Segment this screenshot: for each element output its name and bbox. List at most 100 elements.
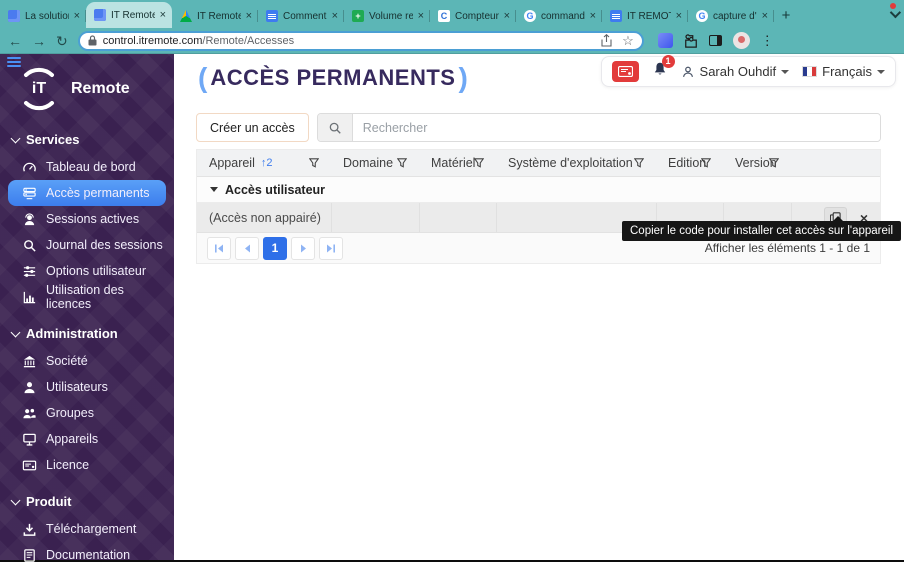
tab-label: Volume recherc: [369, 10, 413, 22]
tab-it-remote-te[interactable]: IT REMOTE TE ×: [602, 4, 688, 28]
chevron-down-icon: [877, 69, 885, 74]
create-access-button[interactable]: Créer un accès: [196, 113, 309, 142]
section-administration[interactable]: Administration: [0, 310, 174, 348]
filter-icon[interactable]: [769, 158, 779, 168]
sidebar-item-appareils[interactable]: Appareils: [8, 426, 166, 452]
google-favicon-icon: [524, 10, 536, 22]
group-row-acces-utilisateur[interactable]: Accès utilisateur: [197, 177, 880, 203]
tab-close-icon[interactable]: ×: [74, 10, 80, 22]
search-box: [316, 113, 881, 142]
sort-indicator: ↑2: [260, 157, 273, 169]
section-services[interactable]: Services: [0, 116, 174, 154]
section-produit[interactable]: Produit: [0, 478, 174, 516]
tab-comment[interactable]: Comment accé ×: [258, 4, 344, 28]
license-alert-button[interactable]: [611, 61, 639, 82]
user-menu[interactable]: Sarah Ouhdif: [681, 64, 790, 79]
filter-icon[interactable]: [701, 158, 711, 168]
tab-label: IT Remote x Yo: [197, 10, 241, 22]
side-panel-icon[interactable]: [708, 35, 722, 46]
notifications-button[interactable]: 1: [652, 55, 675, 82]
reload-button[interactable]: ↻: [56, 34, 68, 48]
access-grid: Appareil ↑2 Domaine Matériel Système d'e…: [196, 149, 881, 264]
sidebar-item-societe[interactable]: Société: [8, 348, 166, 374]
lock-icon: [88, 35, 97, 46]
column-systeme[interactable]: Système d'exploitation: [496, 150, 656, 176]
sidebar-item-tableau-de-bord[interactable]: Tableau de bord: [8, 154, 166, 180]
sidebar-item-licence[interactable]: Licence: [8, 452, 166, 478]
sidebar-item-options-utilisateur[interactable]: Options utilisateur: [8, 258, 166, 284]
sidebar-item-groupes[interactable]: Groupes: [8, 400, 166, 426]
drive-favicon-icon: [180, 10, 192, 22]
user-icon: [24, 381, 35, 393]
last-page-button[interactable]: [319, 236, 343, 260]
column-materiel[interactable]: Matériel: [419, 150, 496, 176]
certificate-icon: [617, 66, 633, 77]
tab-compteur[interactable]: Compteur de s ×: [430, 4, 516, 28]
tab-volume[interactable]: Volume recherc ×: [344, 4, 430, 28]
column-appareil[interactable]: Appareil ↑2: [197, 150, 331, 176]
tab-it-remote-drive[interactable]: IT Remote x Yo ×: [172, 4, 258, 28]
license-card-icon: [22, 460, 37, 470]
tab-la-solution[interactable]: La solution - IT ×: [0, 4, 86, 28]
tab-close-icon[interactable]: ×: [246, 10, 252, 22]
profile-avatar[interactable]: [732, 32, 750, 49]
sidebar-item-utilisation-des-licences[interactable]: Utilisation des licences: [8, 283, 166, 311]
new-tab-button[interactable]: +: [774, 4, 798, 28]
collapse-icon[interactable]: [210, 187, 218, 192]
tab-close-icon[interactable]: ×: [160, 9, 166, 21]
forward-button[interactable]: →: [32, 34, 46, 48]
tab-close-icon[interactable]: ×: [504, 10, 510, 22]
filter-icon[interactable]: [309, 158, 319, 168]
sidebar-item-telechargement[interactable]: Téléchargement: [8, 516, 166, 542]
bookmark-star-icon[interactable]: ☆: [622, 34, 634, 47]
compteur-favicon-icon: [438, 10, 450, 22]
column-domaine[interactable]: Domaine: [331, 150, 419, 176]
filter-icon[interactable]: [474, 158, 484, 168]
tab-close-icon[interactable]: ×: [418, 10, 424, 22]
chevron-down-icon: [10, 327, 21, 337]
tab-label: IT Remote: [111, 9, 155, 21]
extensions-puzzle-icon[interactable]: [684, 33, 698, 48]
sidebar-item-documentation[interactable]: Documentation: [8, 542, 166, 562]
filter-icon[interactable]: [397, 158, 407, 168]
browser-window: La solution - IT × IT Remote × IT Remote…: [0, 0, 904, 562]
logo-mark: iT: [16, 66, 62, 112]
sidebar-item-sessions-actives[interactable]: Sessions actives: [8, 206, 166, 232]
search-log-icon: [24, 239, 36, 252]
page-1-button[interactable]: 1: [263, 236, 287, 260]
itremote-favicon-icon: [8, 10, 20, 22]
app-logo: iT Remote: [0, 54, 174, 116]
tab-it-remote-active[interactable]: IT Remote ×: [86, 2, 172, 28]
search-input[interactable]: [352, 114, 880, 141]
browser-menu-icon[interactable]: ⋮: [761, 33, 774, 49]
language-menu[interactable]: Français: [802, 64, 885, 79]
tab-label: Comment accé: [283, 10, 327, 22]
sidebar-item-acces-permanents[interactable]: Accès permanents: [8, 180, 166, 206]
extension-icon[interactable]: [657, 33, 673, 48]
tab-close-icon[interactable]: ×: [590, 10, 596, 22]
sidebar-item-utilisateurs[interactable]: Utilisateurs: [8, 374, 166, 400]
sidebar-item-journal-des-sessions[interactable]: Journal des sessions: [8, 232, 166, 258]
user-icon: [682, 66, 693, 77]
gauge-icon: [23, 162, 36, 172]
tab-close-icon[interactable]: ×: [762, 10, 768, 22]
address-bar[interactable]: control.itremote.com/Remote/Accesses ☆: [77, 30, 644, 51]
filter-icon[interactable]: [634, 158, 644, 168]
pager-info: Afficher les éléments 1 - 1 de 1: [704, 241, 870, 255]
tab-label: IT REMOTE TE: [627, 10, 671, 22]
tab-search-chevron-icon[interactable]: [889, 6, 902, 19]
share-icon[interactable]: [601, 34, 612, 47]
browser-tab-bar: La solution - IT × IT Remote × IT Remote…: [0, 0, 904, 28]
first-page-button[interactable]: [207, 236, 231, 260]
tab-commande[interactable]: commande sh ×: [516, 4, 602, 28]
column-edition[interactable]: Edition: [656, 150, 723, 176]
tab-close-icon[interactable]: ×: [332, 10, 338, 22]
column-version[interactable]: Version: [723, 150, 791, 176]
tab-close-icon[interactable]: ×: [676, 10, 682, 22]
tab-label: capture d'écra: [713, 10, 757, 22]
tab-capture[interactable]: capture d'écra ×: [688, 4, 774, 28]
server-icon: [23, 187, 36, 199]
previous-page-button[interactable]: [235, 236, 259, 260]
back-button[interactable]: ←: [8, 34, 22, 48]
next-page-button[interactable]: [291, 236, 315, 260]
